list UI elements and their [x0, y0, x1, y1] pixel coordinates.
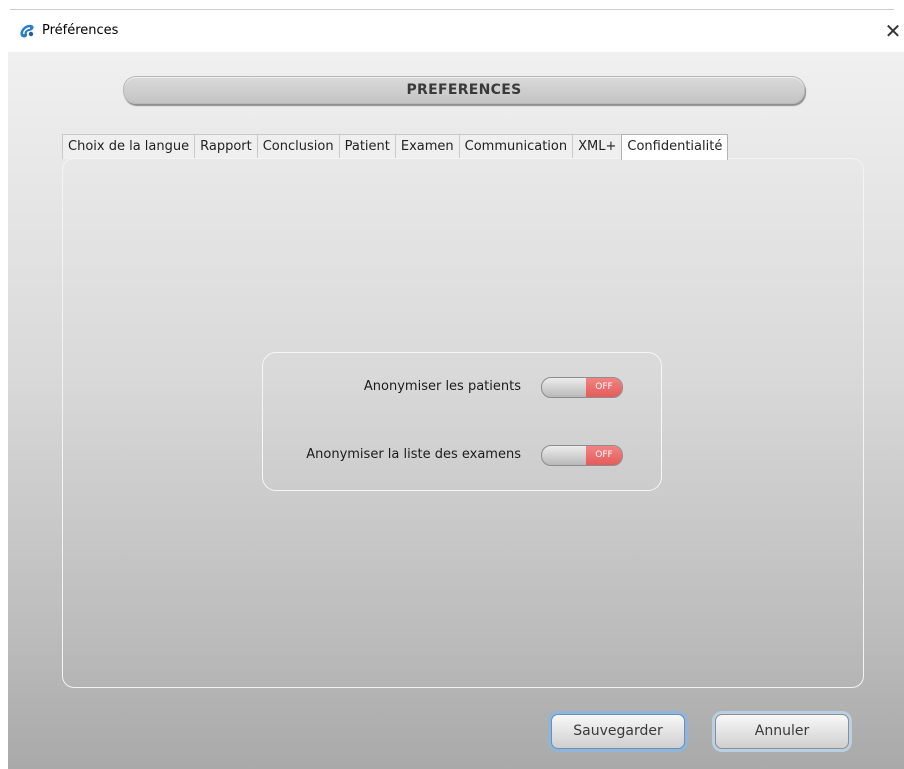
tab-conclusion[interactable]: Conclusion: [256, 134, 340, 159]
close-icon[interactable]: ✕: [882, 16, 904, 46]
tab-report[interactable]: Rapport: [194, 134, 258, 159]
anonymize-patients-row: Anonymiser les patients OFF: [263, 377, 661, 399]
anonymize-exams-label: Anonymiser la liste des examens: [306, 447, 521, 462]
toggle-state-label: OFF: [586, 446, 622, 465]
preferences-window: Préférences ✕ PREFERENCES Choix de la la…: [8, 10, 904, 769]
cancel-button[interactable]: Annuler: [715, 714, 849, 749]
tab-xml[interactable]: XML+: [572, 134, 623, 159]
tab-language[interactable]: Choix de la langue: [62, 134, 196, 159]
app-logo-icon: [20, 24, 34, 38]
background-strip: [0, 0, 904, 10]
toggle-knob: [542, 446, 587, 465]
privacy-options-group: Anonymiser les patients OFF Anonymiser l…: [262, 352, 662, 491]
anonymize-patients-toggle[interactable]: OFF: [541, 377, 623, 398]
tab-exam[interactable]: Examen: [394, 134, 460, 159]
toggle-state-label: OFF: [586, 378, 622, 397]
tab-patient[interactable]: Patient: [338, 134, 396, 159]
save-button[interactable]: Sauvegarder: [551, 714, 685, 749]
toggle-knob: [542, 378, 587, 397]
anonymize-patients-label: Anonymiser les patients: [363, 379, 521, 394]
anonymize-exams-row: Anonymiser la liste des examens OFF: [263, 445, 661, 467]
title-bar[interactable]: Préférences ✕: [8, 10, 904, 52]
anonymize-exams-toggle[interactable]: OFF: [541, 445, 623, 466]
preferences-content: PREFERENCES Choix de la langue Rapport C…: [8, 52, 904, 769]
preferences-tabs: Choix de la langue Rapport Conclusion Pa…: [62, 134, 729, 160]
tab-communication[interactable]: Communication: [458, 134, 574, 159]
preferences-header: PREFERENCES: [123, 76, 805, 104]
window-title: Préférences: [42, 23, 119, 38]
privacy-tab-panel: Anonymiser les patients OFF Anonymiser l…: [62, 158, 864, 688]
tab-privacy[interactable]: Confidentialité: [621, 134, 729, 160]
